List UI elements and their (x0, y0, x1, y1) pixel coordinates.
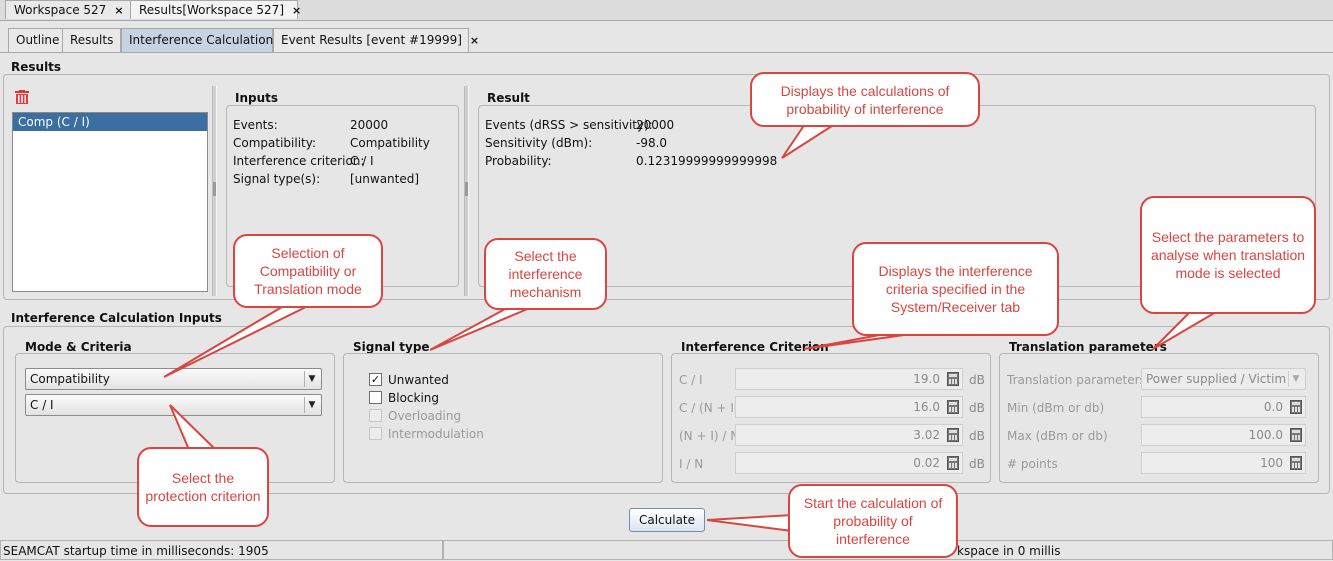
callout-pointer (163, 300, 319, 378)
callout-translation: Select the parameters to analyse when tr… (1140, 196, 1316, 314)
callout-pointer (781, 123, 839, 159)
callout-pointer (706, 513, 793, 533)
callout-pointer (803, 333, 912, 350)
callout-pointer (1152, 311, 1220, 350)
callout-mechanism: Select the interference mechanism (484, 238, 607, 310)
callout-pointer (169, 404, 221, 453)
callout-mode: Selection of Compatibility or Translatio… (233, 234, 383, 308)
callout-criteria: Displays the interference criteria speci… (852, 242, 1059, 336)
callout-probability: Displays the calculations of probability… (750, 72, 980, 127)
callout-protection: Select the protection criterion (137, 447, 269, 527)
callout-start: Start the calculation of probability of … (788, 484, 958, 558)
